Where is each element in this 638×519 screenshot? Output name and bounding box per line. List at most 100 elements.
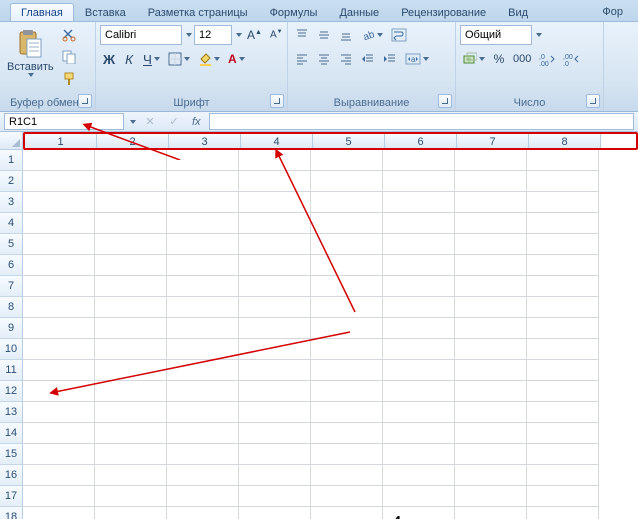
increase-decimal-button[interactable]: ,0,00 bbox=[536, 49, 558, 69]
cell[interactable] bbox=[527, 402, 599, 423]
name-box[interactable] bbox=[4, 113, 124, 130]
alignment-launcher[interactable] bbox=[438, 94, 452, 108]
cell[interactable] bbox=[455, 150, 527, 171]
cell[interactable] bbox=[167, 318, 239, 339]
clipboard-launcher[interactable] bbox=[78, 94, 92, 108]
cell[interactable] bbox=[23, 444, 95, 465]
cell[interactable] bbox=[455, 171, 527, 192]
cell[interactable] bbox=[383, 276, 455, 297]
row-header[interactable]: 17 bbox=[0, 486, 23, 507]
format-painter-button[interactable] bbox=[59, 69, 79, 89]
cell[interactable] bbox=[167, 402, 239, 423]
chevron-down-icon[interactable] bbox=[186, 33, 192, 37]
cell[interactable] bbox=[527, 339, 599, 360]
cell[interactable] bbox=[383, 297, 455, 318]
cell[interactable] bbox=[455, 192, 527, 213]
cell[interactable] bbox=[23, 297, 95, 318]
copy-button[interactable] bbox=[59, 47, 79, 67]
cell[interactable] bbox=[23, 402, 95, 423]
align-left-button[interactable] bbox=[292, 49, 312, 69]
cell[interactable] bbox=[311, 444, 383, 465]
cell[interactable] bbox=[239, 339, 311, 360]
chevron-down-icon[interactable] bbox=[236, 33, 242, 37]
column-header[interactable]: 7 bbox=[457, 134, 529, 148]
cell[interactable] bbox=[455, 213, 527, 234]
cell[interactable] bbox=[527, 192, 599, 213]
cell[interactable] bbox=[95, 150, 167, 171]
cell[interactable] bbox=[23, 507, 95, 519]
column-header[interactable]: 5 bbox=[313, 134, 385, 148]
cell[interactable] bbox=[239, 297, 311, 318]
cell[interactable] bbox=[527, 297, 599, 318]
decrease-decimal-button[interactable]: ,00,0 bbox=[560, 49, 582, 69]
column-header[interactable]: 2 bbox=[97, 134, 169, 148]
merge-center-button[interactable]: a bbox=[402, 49, 432, 69]
tab-data[interactable]: Данные bbox=[328, 3, 390, 21]
row-header[interactable]: 6 bbox=[0, 255, 23, 276]
increase-font-button[interactable]: A▲ bbox=[244, 25, 265, 45]
column-header[interactable]: 4 bbox=[241, 134, 313, 148]
align-top-button[interactable] bbox=[292, 25, 312, 45]
cell[interactable] bbox=[311, 402, 383, 423]
cell[interactable] bbox=[23, 465, 95, 486]
cell[interactable] bbox=[527, 255, 599, 276]
cell[interactable] bbox=[383, 255, 455, 276]
cell[interactable] bbox=[95, 465, 167, 486]
cell[interactable] bbox=[95, 486, 167, 507]
row-header[interactable]: 13 bbox=[0, 402, 23, 423]
cell[interactable] bbox=[23, 150, 95, 171]
cell[interactable] bbox=[95, 171, 167, 192]
cell[interactable] bbox=[95, 255, 167, 276]
cell[interactable] bbox=[239, 381, 311, 402]
row-header[interactable]: 15 bbox=[0, 444, 23, 465]
tab-review[interactable]: Рецензирование bbox=[390, 3, 497, 21]
font-name-combo[interactable] bbox=[100, 25, 182, 45]
cut-button[interactable] bbox=[59, 25, 79, 45]
column-header[interactable]: 1 bbox=[25, 134, 97, 148]
cell[interactable] bbox=[23, 213, 95, 234]
cell[interactable] bbox=[239, 318, 311, 339]
column-header[interactable]: 8 bbox=[529, 134, 601, 148]
cell[interactable] bbox=[167, 444, 239, 465]
tab-view[interactable]: Вид bbox=[497, 3, 539, 21]
cell[interactable] bbox=[527, 318, 599, 339]
cell[interactable] bbox=[311, 381, 383, 402]
row-header[interactable]: 7 bbox=[0, 276, 23, 297]
cell[interactable] bbox=[23, 276, 95, 297]
cell[interactable] bbox=[23, 255, 95, 276]
cell[interactable] bbox=[311, 318, 383, 339]
tab-format[interactable]: Фор bbox=[591, 2, 634, 20]
cell[interactable] bbox=[167, 234, 239, 255]
row-header[interactable]: 5 bbox=[0, 234, 23, 255]
cell[interactable] bbox=[95, 339, 167, 360]
number-format-combo[interactable] bbox=[460, 25, 532, 45]
cell[interactable] bbox=[455, 255, 527, 276]
tab-layout[interactable]: Разметка страницы bbox=[137, 3, 259, 21]
italic-button[interactable]: К bbox=[120, 49, 138, 69]
cell[interactable] bbox=[383, 465, 455, 486]
decrease-indent-button[interactable] bbox=[358, 49, 378, 69]
cell[interactable] bbox=[239, 507, 311, 519]
cell[interactable] bbox=[455, 507, 527, 519]
cell[interactable] bbox=[167, 465, 239, 486]
cell[interactable] bbox=[455, 381, 527, 402]
cell[interactable] bbox=[527, 150, 599, 171]
cell[interactable] bbox=[383, 402, 455, 423]
cell[interactable] bbox=[95, 507, 167, 519]
cell[interactable] bbox=[167, 486, 239, 507]
row-header[interactable]: 14 bbox=[0, 423, 23, 444]
comma-style-button[interactable]: 000 bbox=[510, 49, 534, 69]
cell[interactable] bbox=[311, 276, 383, 297]
cell[interactable] bbox=[527, 423, 599, 444]
cell[interactable] bbox=[383, 486, 455, 507]
cell[interactable] bbox=[167, 381, 239, 402]
cell[interactable] bbox=[311, 192, 383, 213]
row-header[interactable]: 11 bbox=[0, 360, 23, 381]
cell[interactable] bbox=[311, 234, 383, 255]
cell[interactable] bbox=[95, 381, 167, 402]
cell[interactable] bbox=[527, 276, 599, 297]
cell[interactable] bbox=[455, 423, 527, 444]
fill-color-button[interactable] bbox=[195, 49, 223, 69]
cell[interactable] bbox=[239, 192, 311, 213]
row-header[interactable]: 1 bbox=[0, 150, 23, 171]
